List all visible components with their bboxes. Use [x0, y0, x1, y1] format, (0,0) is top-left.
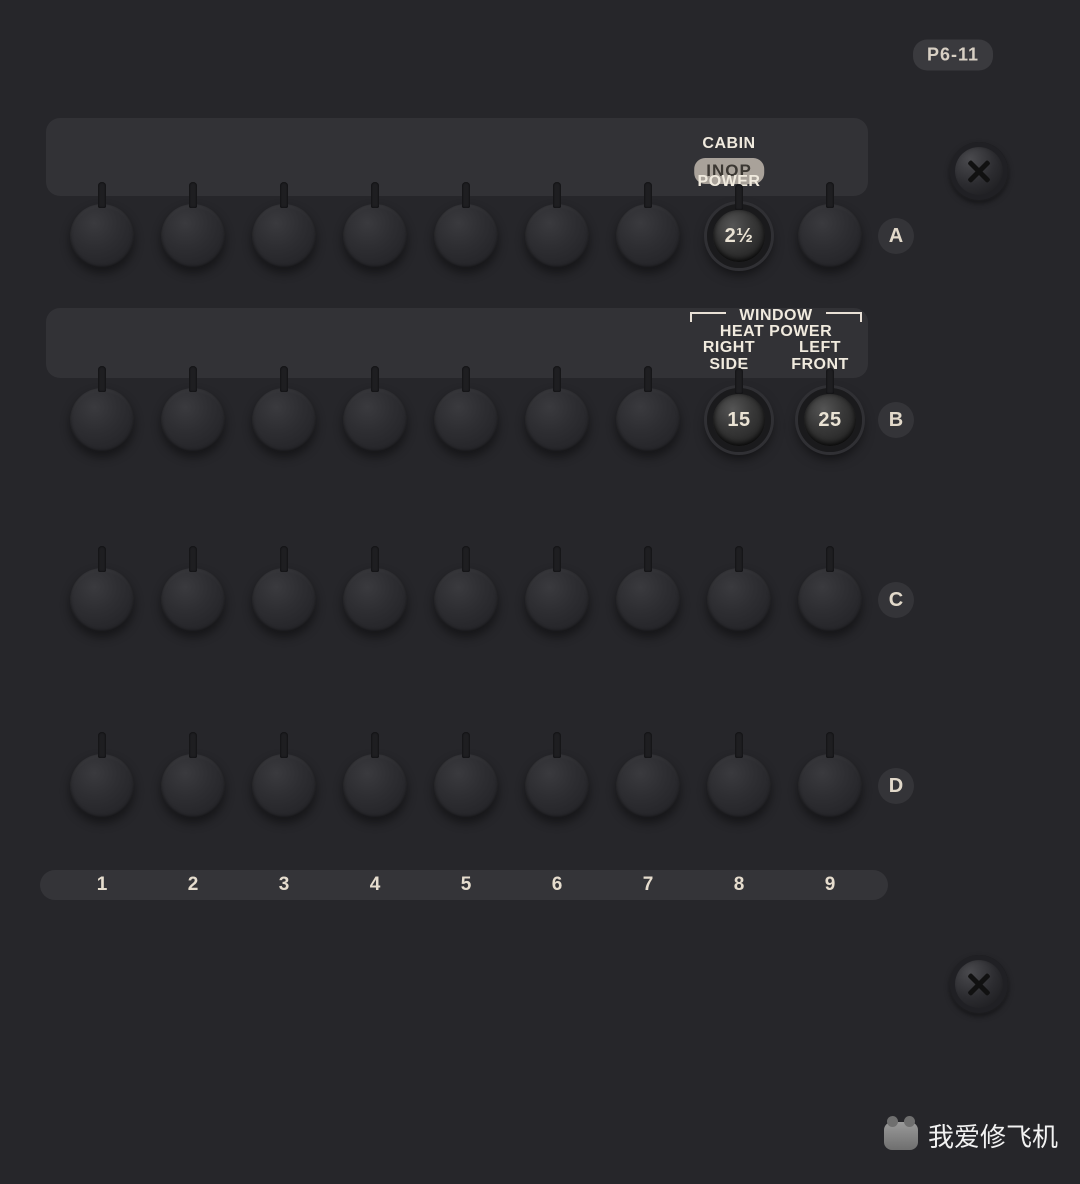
breaker-B-6[interactable] [525, 388, 589, 452]
column-number-9: 9 [825, 874, 836, 896]
column-number-4: 4 [370, 874, 381, 896]
breaker-C-2[interactable] [161, 568, 225, 632]
watermark: 我爱修飞机 [884, 1117, 1058, 1154]
breaker-value: 25 [818, 409, 841, 432]
breaker-A-8[interactable]: 2½ [707, 204, 771, 268]
breaker-C-1[interactable] [70, 568, 134, 632]
breaker-B-9[interactable]: 25 [798, 388, 862, 452]
row-a-col8-label-lower: POWER [684, 174, 774, 191]
screw-icon [950, 142, 1008, 200]
row-d [46, 754, 868, 824]
column-number-8: 8 [734, 874, 745, 896]
breaker-B-5[interactable] [434, 388, 498, 452]
row-a-label-bar: CABIN INOP POWER [46, 118, 868, 196]
row-letter-b: B [878, 402, 914, 438]
breaker-A-1[interactable] [70, 204, 134, 268]
breaker-A-5[interactable] [434, 204, 498, 268]
breaker-D-5[interactable] [434, 754, 498, 818]
column-number-2: 2 [188, 874, 199, 896]
column-number-7: 7 [643, 874, 654, 896]
column-number-bar: 1 2 3 4 5 6 7 8 9 [40, 870, 888, 900]
column-number-6: 6 [552, 874, 563, 896]
breaker-D-4[interactable] [343, 754, 407, 818]
breaker-A-4[interactable] [343, 204, 407, 268]
breaker-A-6[interactable] [525, 204, 589, 268]
breaker-D-9[interactable] [798, 754, 862, 818]
row-b-col9-label: LEFT FRONT [775, 340, 865, 374]
breaker-A-2[interactable] [161, 204, 225, 268]
row-b-col9-line2: FRONT [791, 356, 849, 373]
breaker-D-8[interactable] [707, 754, 771, 818]
breaker-value: 2½ [725, 225, 754, 248]
breaker-D-3[interactable] [252, 754, 316, 818]
watermark-text: 我爱修飞机 [928, 1117, 1058, 1154]
row-b-col8-line1: RIGHT [703, 339, 755, 356]
row-letter-c: C [878, 582, 914, 618]
row-b: 1525 [46, 388, 868, 458]
breaker-A-3[interactable] [252, 204, 316, 268]
breaker-value: 15 [727, 409, 750, 432]
breaker-B-4[interactable] [343, 388, 407, 452]
breaker-C-6[interactable] [525, 568, 589, 632]
breaker-D-6[interactable] [525, 754, 589, 818]
row-c [46, 568, 868, 638]
screw-icon [950, 955, 1008, 1013]
row-b-label-bar: WINDOW HEAT POWER RIGHT SIDE LEFT FRONT [46, 308, 868, 378]
breaker-C-9[interactable] [798, 568, 862, 632]
breaker-D-2[interactable] [161, 754, 225, 818]
breaker-B-7[interactable] [616, 388, 680, 452]
column-number-5: 5 [461, 874, 472, 896]
breaker-A-9[interactable] [798, 204, 862, 268]
row-letter-a: A [878, 218, 914, 254]
breaker-B-8[interactable]: 15 [707, 388, 771, 452]
wechat-icon [884, 1122, 918, 1150]
breaker-A-7[interactable] [616, 204, 680, 268]
column-number-3: 3 [279, 874, 290, 896]
breaker-C-4[interactable] [343, 568, 407, 632]
panel-id-badge: P6-11 [913, 40, 993, 71]
row-a-col8-label-upper: CABIN [684, 136, 774, 153]
column-number-1: 1 [97, 874, 108, 896]
breaker-C-8[interactable] [707, 568, 771, 632]
row-a: 2½ [46, 204, 868, 274]
breaker-B-1[interactable] [70, 388, 134, 452]
row-letter-d: D [878, 768, 914, 804]
breaker-D-1[interactable] [70, 754, 134, 818]
breaker-B-3[interactable] [252, 388, 316, 452]
row-b-col9-line1: LEFT [799, 339, 841, 356]
breaker-C-7[interactable] [616, 568, 680, 632]
breaker-C-5[interactable] [434, 568, 498, 632]
breaker-D-7[interactable] [616, 754, 680, 818]
breaker-C-3[interactable] [252, 568, 316, 632]
row-b-col8-label: RIGHT SIDE [684, 340, 774, 374]
breaker-B-2[interactable] [161, 388, 225, 452]
